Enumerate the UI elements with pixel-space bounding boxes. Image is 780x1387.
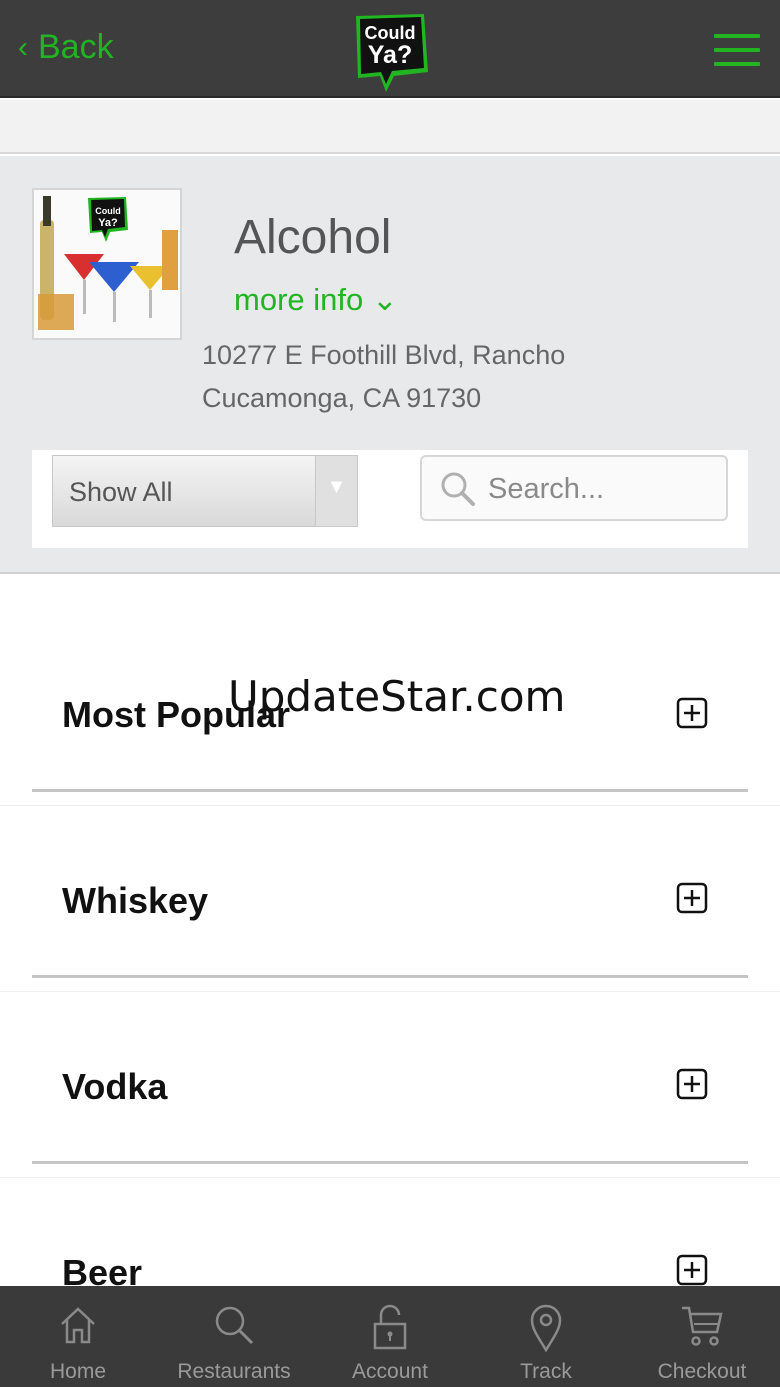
restaurant-address: 10277 E Foothill Blvd, Rancho Cucamonga,… [202,340,566,413]
svg-text:Ya?: Ya? [98,217,118,229]
plus-square-icon[interactable] [676,697,708,729]
plus-square-icon[interactable] [676,1254,708,1286]
location-pin-icon [530,1304,562,1352]
back-button[interactable]: ‹ Back [18,28,114,67]
tab-account[interactable]: Account [312,1286,468,1387]
watermark-text: UpdateStar.com [228,672,566,721]
category-row-whiskey[interactable]: Whiskey [0,806,780,992]
svg-text:Ya?: Ya? [368,41,412,69]
tab-restaurants[interactable]: Restaurants [156,1286,312,1387]
plus-square-icon[interactable] [676,882,708,914]
divider [32,975,748,978]
plus-square-icon[interactable] [676,1068,708,1100]
top-nav-bar: ‹ Back Could Ya? [0,0,780,98]
search-box [420,455,728,521]
category-row-vodka[interactable]: Vodka [0,992,780,1178]
tab-label: Checkout [657,1360,747,1383]
hamburger-menu-icon[interactable] [714,34,760,68]
top-spacer-strip [0,100,780,154]
search-icon [215,1306,254,1345]
search-icon [441,472,475,506]
chevron-left-icon: ‹ [18,30,28,64]
tab-label: Restaurants [177,1360,291,1383]
bottom-tab-bar: Home Restaurants Account Track Checkout [0,1286,780,1387]
tab-home[interactable]: Home [0,1286,156,1387]
category-filter-select[interactable]: Show All ▼ [52,455,358,527]
restaurant-thumbnail: Could Ya? [32,188,182,340]
lock-icon [373,1304,407,1350]
restaurant-name: Alcohol [234,211,392,264]
category-name: Vodka [62,1066,168,1107]
divider [32,1161,748,1164]
more-info-link[interactable]: more info ⌄ [234,282,398,318]
divider [32,789,748,792]
home-icon [61,1307,95,1344]
chevron-down-icon: ⌄ [371,282,398,317]
category-name: Whiskey [62,880,209,921]
more-info-label: more info [234,282,364,317]
back-label: Back [38,28,114,66]
tab-label: Home [49,1360,107,1383]
category-filter-value: Show All [69,477,173,507]
tab-track[interactable]: Track [468,1286,624,1387]
dropdown-arrow-icon: ▼ [315,456,357,526]
svg-text:Could: Could [365,23,416,43]
cart-icon [682,1306,723,1346]
search-input[interactable] [488,467,718,511]
tab-label: Track [520,1360,572,1383]
could-ya-logo[interactable]: Could Ya? [350,10,430,94]
tab-label: Account [352,1360,428,1383]
svg-text:Could: Could [95,206,121,216]
tab-checkout[interactable]: Checkout [624,1286,780,1387]
